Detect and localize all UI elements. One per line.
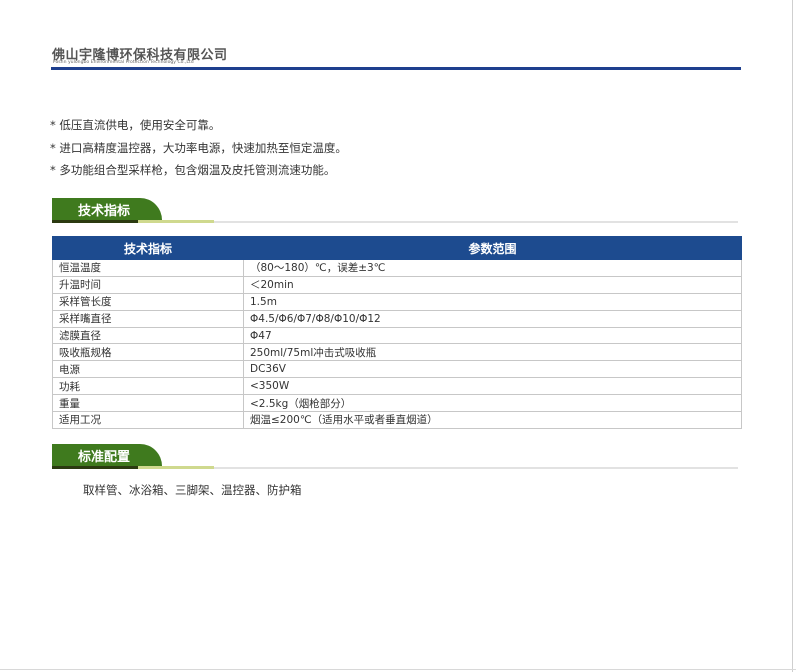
table-row: 采样管长度 1.5m — [52, 292, 742, 311]
section-divider — [214, 467, 738, 469]
spec-name: 电源 — [52, 360, 244, 379]
spec-name: 滤膜直径 — [52, 326, 244, 345]
table-header-row: 技术指标 参数范围 — [52, 236, 742, 260]
feature-item: * 多功能组合型采样枪，包含烟温及皮托管测流速功能。 — [50, 163, 336, 177]
table-row: 吸收瓶规格 250ml/75ml冲击式吸收瓶 — [52, 343, 742, 362]
spec-name: 升温时间 — [52, 275, 244, 294]
spec-table: 技术指标 参数范围 恒温温度 （80～180）℃，误差±3℃ 升温时间 ＜20min… — [52, 236, 742, 429]
spec-name: 恒温温度 — [52, 259, 244, 277]
spec-name: 吸收瓶规格 — [52, 343, 244, 362]
section-header-config: 标准配置 — [52, 444, 740, 470]
feature-list: * 低压直流供电，使用安全可靠。 * 进口高精度温控器，大功率电源，快速加热至恒… — [50, 114, 347, 182]
header-rule — [51, 67, 741, 70]
spec-name: 功耗 — [52, 377, 244, 396]
spec-value: 250ml/75ml冲击式吸收瓶 — [243, 343, 742, 362]
page-border-right — [792, 0, 793, 672]
table-row: 电源 DC36V — [52, 360, 742, 379]
section-title: 技术指标 — [78, 204, 131, 219]
spec-name: 重量 — [52, 394, 244, 413]
table-row: 恒温温度 （80～180）℃，误差±3℃ — [52, 259, 742, 277]
spec-value: <350W — [243, 377, 742, 396]
company-name-en: Foshn yulongbo Environmental Protection … — [53, 60, 194, 65]
spec-name: 采样嘴直径 — [52, 309, 244, 328]
table-row: 重量 <2.5kg（烟枪部分） — [52, 394, 742, 413]
section-header-specs: 技术指标 — [52, 198, 740, 224]
page-border-bottom — [0, 669, 796, 670]
spec-value: DC36V — [243, 360, 742, 379]
config-items: 取样管、冰浴箱、三脚架、温控器、防护箱 — [83, 483, 302, 497]
spec-value: Φ47 — [243, 326, 742, 345]
spec-value: （80～180）℃，误差±3℃ — [243, 259, 742, 277]
spec-name: 采样管长度 — [52, 292, 244, 311]
spec-value: <2.5kg（烟枪部分） — [243, 394, 742, 413]
section-title: 标准配置 — [78, 450, 131, 465]
table-row: 适用工况 烟温≤200℃（适用水平或者垂直烟道） — [52, 411, 742, 429]
column-header: 参数范围 — [243, 236, 742, 260]
spec-value: 烟温≤200℃（适用水平或者垂直烟道） — [243, 411, 742, 429]
spec-value: Φ4.5/Φ6/Φ7/Φ8/Φ10/Φ12 — [243, 309, 742, 328]
section-strip — [52, 220, 138, 223]
spec-value: ＜20min — [243, 275, 742, 294]
table-row: 滤膜直径 Φ47 — [52, 326, 742, 345]
feature-item: * 低压直流供电，使用安全可靠。 — [50, 118, 221, 132]
section-strip — [138, 220, 214, 223]
spec-value: 1.5m — [243, 292, 742, 311]
table-row: 升温时间 ＜20min — [52, 275, 742, 294]
spec-name: 适用工况 — [52, 411, 244, 429]
table-row: 功耗 <350W — [52, 377, 742, 396]
column-header: 技术指标 — [52, 236, 244, 260]
section-strip — [138, 466, 214, 469]
section-strip — [52, 466, 138, 469]
feature-item: * 进口高精度温控器，大功率电源，快速加热至恒定温度。 — [50, 140, 347, 155]
section-divider — [214, 221, 738, 223]
table-row: 采样嘴直径 Φ4.5/Φ6/Φ7/Φ8/Φ10/Φ12 — [52, 309, 742, 328]
